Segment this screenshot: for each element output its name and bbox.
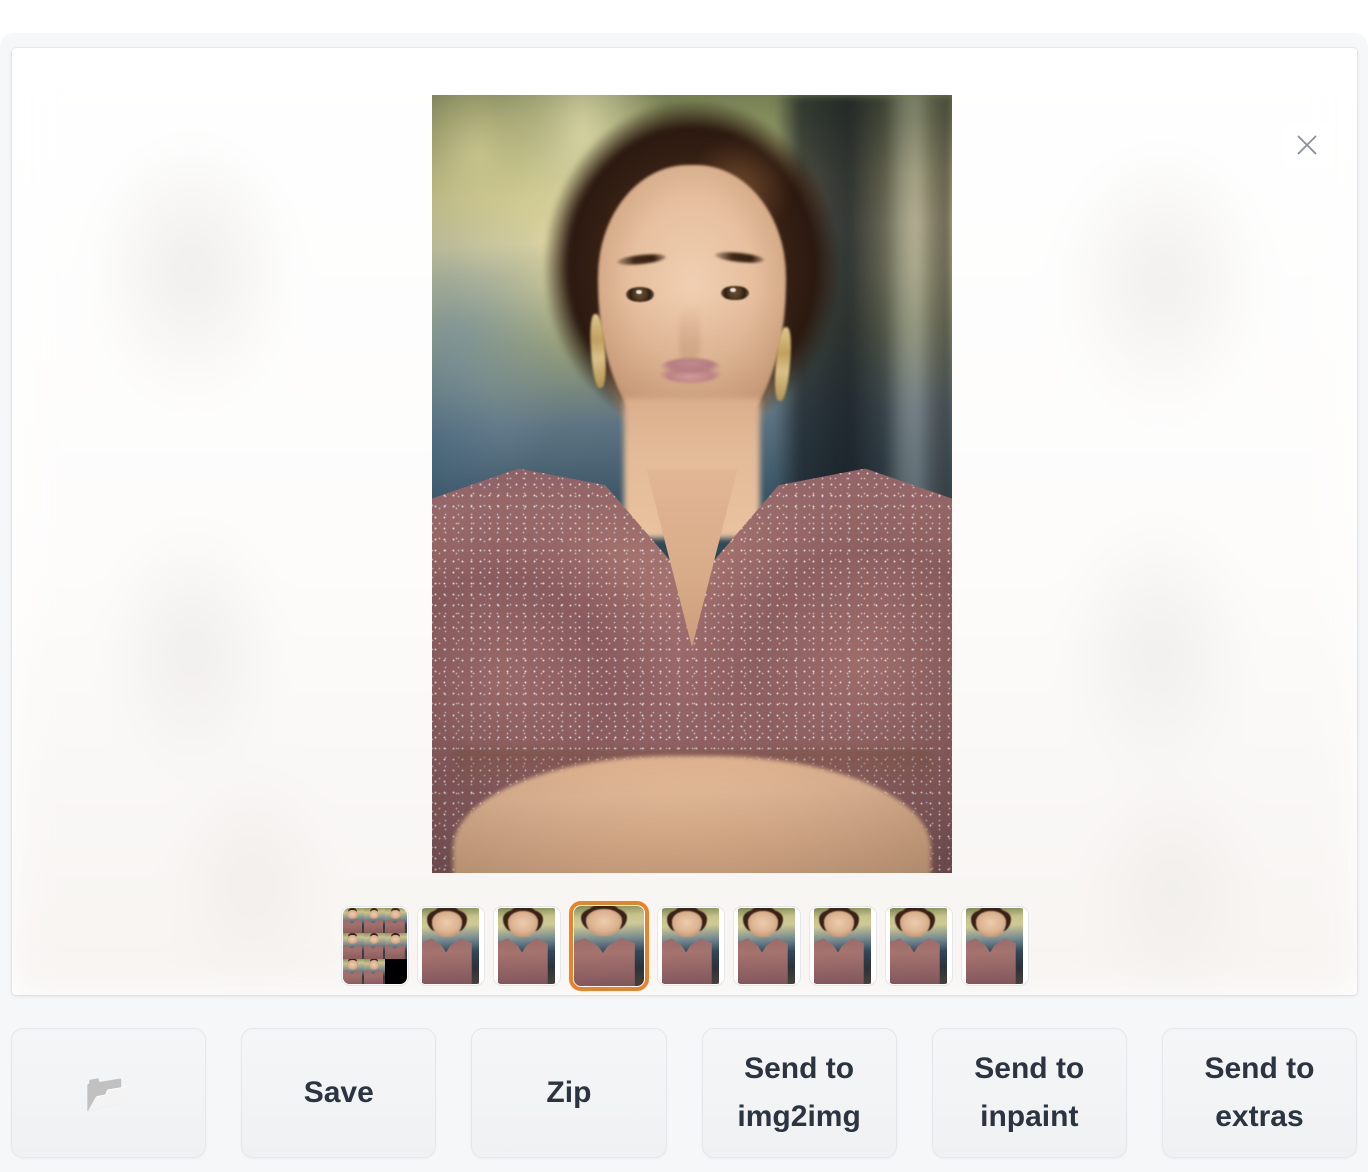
grid-cell	[363, 908, 386, 934]
thumbnail-art	[573, 906, 644, 986]
save-button[interactable]: Save	[241, 1028, 437, 1158]
thumbnail-item-5[interactable]	[732, 906, 801, 986]
thumbnail-item-8[interactable]	[960, 906, 1029, 986]
send-to-inpaint-button[interactable]: Send to inpaint	[931, 1028, 1127, 1158]
thumbnail-item-grid[interactable]	[340, 906, 409, 986]
gallery-container: 📂 Save Zip Send to img2img Send to inpai…	[0, 33, 1368, 1172]
main-preview-image[interactable]	[432, 95, 952, 873]
close-preview-button[interactable]	[1284, 122, 1330, 168]
thumbnail-art	[738, 908, 795, 984]
thumbnail-item-1[interactable]	[416, 906, 485, 986]
thumbnail-item-6[interactable]	[808, 906, 877, 986]
action-button-row: 📂 Save Zip Send to img2img Send to inpai…	[11, 1028, 1358, 1158]
thumbnail-image	[658, 908, 723, 984]
thumbnail-item-3-selected[interactable]	[568, 901, 649, 991]
thumbnail-item-7[interactable]	[884, 906, 953, 986]
grid-cell	[385, 908, 407, 934]
thumbnail-art	[966, 908, 1023, 984]
thumbnail-image	[962, 908, 1027, 984]
thumbnail-item-4[interactable]	[656, 906, 725, 986]
preview-photo	[432, 95, 952, 873]
zip-button[interactable]: Zip	[471, 1028, 667, 1158]
send-to-img2img-button[interactable]: Send to img2img	[701, 1028, 897, 1158]
thumbnail-art	[662, 908, 719, 984]
thumbnail-art	[814, 908, 871, 984]
thumbnail-strip	[12, 901, 1357, 991]
open-folder-button[interactable]: 📂	[11, 1028, 207, 1158]
image-preview-panel	[12, 48, 1357, 995]
thumbnail-image	[886, 908, 951, 984]
app-root: 📂 Save Zip Send to img2img Send to inpai…	[0, 0, 1368, 1172]
thumbnail-image	[573, 906, 644, 986]
thumbnail-art	[890, 908, 947, 984]
grid-cell	[342, 908, 364, 934]
grid-cell	[342, 933, 364, 959]
grid-cell	[363, 958, 386, 984]
open-folder-icon: 📂	[84, 1071, 133, 1115]
thumbnail-grid-montage	[342, 908, 407, 984]
thumbnail-image	[418, 908, 483, 984]
grid-cell	[363, 933, 386, 959]
thumbnail-image	[734, 908, 799, 984]
close-icon	[1296, 134, 1318, 156]
grid-cell	[385, 933, 407, 959]
photo-vignette	[432, 95, 952, 873]
thumbnail-art	[498, 908, 555, 984]
send-to-extras-button[interactable]: Send to extras	[1161, 1028, 1358, 1158]
grid-cell-empty	[385, 958, 407, 984]
thumbnail-image	[342, 908, 407, 984]
thumbnail-item-2[interactable]	[492, 906, 561, 986]
thumbnail-image	[494, 908, 559, 984]
thumbnail-image	[810, 908, 875, 984]
thumbnail-art	[422, 908, 479, 984]
grid-cell	[342, 958, 364, 984]
